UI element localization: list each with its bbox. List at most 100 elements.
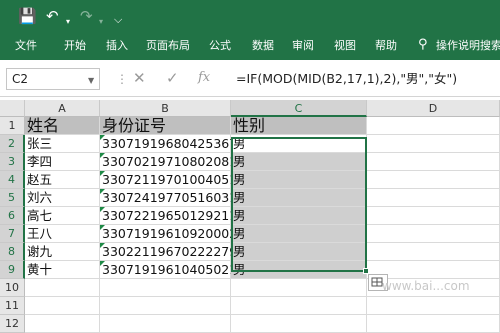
cell-d8[interactable] — [367, 243, 500, 261]
row-header-10[interactable]: 10 — [0, 279, 25, 297]
lightbulb-icon: ⚲ — [418, 37, 428, 52]
cell-c8[interactable]: 男 — [231, 243, 367, 261]
row-header-4[interactable]: 4 — [0, 171, 25, 189]
cell-d2[interactable] — [367, 135, 500, 153]
cell-d6[interactable] — [367, 207, 500, 225]
text-number-indicator — [100, 135, 105, 140]
customize-icon[interactable]: ⌵ — [114, 10, 122, 30]
row-header-1[interactable]: 1 — [0, 117, 25, 135]
cell-c7[interactable]: 男 — [231, 225, 367, 243]
ribbon-tabs: 文件 开始 插入 页面布局 公式 数据 审阅 视图 帮助 ⚲ 操作说明搜索 — [0, 32, 500, 60]
cell-b1[interactable]: 身份证号 — [100, 117, 231, 135]
cell-a12[interactable] — [25, 315, 100, 333]
cell-value: 330702197108020812 — [102, 154, 246, 169]
row-header-6[interactable]: 6 — [0, 207, 25, 225]
cell-a5[interactable]: 刘六 — [25, 189, 100, 207]
row-header-9[interactable]: 9 — [0, 261, 25, 279]
text-number-indicator — [100, 207, 105, 212]
cell-a6[interactable]: 高七 — [25, 207, 100, 225]
save-icon[interactable]: 💾 — [18, 6, 37, 26]
cell-value: 330721197010040515 — [102, 172, 246, 187]
tab-file[interactable]: 文件 — [15, 38, 37, 54]
text-number-indicator — [100, 261, 105, 266]
cell-d12[interactable] — [367, 315, 500, 333]
undo-dropdown-icon[interactable]: ▾ — [66, 12, 70, 32]
title-bar: 💾 ↶ ▾ ↷ ▾ ⌵ — [0, 0, 500, 32]
tab-view[interactable]: 视图 — [334, 38, 356, 54]
tab-home[interactable]: 开始 — [64, 38, 86, 54]
column-header-d[interactable]: D — [367, 100, 500, 117]
column-header-b[interactable]: B — [100, 100, 231, 117]
cell-d11[interactable] — [367, 297, 500, 315]
row-header-3[interactable]: 3 — [0, 153, 25, 171]
formula-input[interactable]: =IF(MOD(MID(B2,17,1),2),"男","女") — [236, 70, 457, 88]
cell-c10[interactable] — [231, 279, 367, 297]
formula-bar: C2 ▼ ⋮ ✕ ✓ fx =IF(MOD(MID(B2,17,1),2),"男… — [0, 60, 500, 97]
row-header-11[interactable]: 11 — [0, 297, 25, 315]
cell-b11[interactable] — [100, 297, 231, 315]
cell-c1[interactable]: 性别 — [231, 117, 367, 135]
name-box-dropdown-icon[interactable]: ▼ — [88, 76, 94, 85]
cell-d7[interactable] — [367, 225, 500, 243]
tab-insert[interactable]: 插入 — [106, 38, 128, 54]
text-number-indicator — [100, 225, 105, 230]
name-box[interactable]: C2 — [6, 68, 100, 90]
cell-a9[interactable]: 黄十 — [25, 261, 100, 279]
tab-data[interactable]: 数据 — [252, 38, 274, 54]
cell-c12[interactable] — [231, 315, 367, 333]
cell-c11[interactable] — [231, 297, 367, 315]
cell-d3[interactable] — [367, 153, 500, 171]
cell-b2[interactable]: 330719196804253671 — [100, 135, 245, 153]
cell-a10[interactable] — [25, 279, 100, 297]
row-header-5[interactable]: 5 — [0, 189, 25, 207]
cell-a1[interactable]: 姓名 — [25, 117, 100, 135]
cell-b12[interactable] — [100, 315, 231, 333]
cell-a4[interactable]: 赵五 — [25, 171, 100, 189]
redo-dropdown-icon[interactable]: ▾ — [99, 12, 103, 32]
cell-a11[interactable] — [25, 297, 100, 315]
row-header-7[interactable]: 7 — [0, 225, 25, 243]
cell-c2[interactable]: 男 — [231, 135, 367, 153]
text-number-indicator — [100, 189, 105, 194]
cell-b3[interactable]: 330702197108020812 — [100, 153, 245, 171]
cell-a7[interactable]: 王八 — [25, 225, 100, 243]
cell-c4[interactable]: 男 — [231, 171, 367, 189]
cell-c5[interactable]: 男 — [231, 189, 367, 207]
enter-icon[interactable]: ✓ — [166, 69, 179, 87]
cell-d1[interactable] — [367, 117, 500, 135]
undo-icon[interactable]: ↶ — [46, 6, 59, 26]
cell-b4[interactable]: 330721197010040515 — [100, 171, 245, 189]
insert-function-button[interactable]: fx — [198, 69, 210, 87]
tab-review[interactable]: 审阅 — [292, 38, 314, 54]
select-all-corner[interactable] — [0, 100, 25, 117]
row-header-8[interactable]: 8 — [0, 243, 25, 261]
cell-c9[interactable]: 男 — [231, 261, 367, 279]
cell-b6[interactable]: 330722196501292110 — [100, 207, 245, 225]
column-header-a[interactable]: A — [25, 100, 100, 117]
text-number-indicator — [100, 243, 105, 248]
tab-page-layout[interactable]: 页面布局 — [146, 38, 190, 54]
cell-a2[interactable]: 张三 — [25, 135, 100, 153]
cell-value: 330719196804253671 — [102, 136, 246, 151]
cell-b8[interactable]: 330221196702222791X — [100, 243, 254, 261]
tab-help[interactable]: 帮助 — [375, 38, 397, 54]
cell-value: 330719196104050216 — [102, 262, 246, 277]
cell-d5[interactable] — [367, 189, 500, 207]
cell-d4[interactable] — [367, 171, 500, 189]
tab-formulas[interactable]: 公式 — [209, 38, 231, 54]
column-header-c[interactable]: C — [231, 100, 367, 117]
cell-b9[interactable]: 330719196104050216 — [100, 261, 245, 279]
row-header-2[interactable]: 2 — [0, 135, 25, 153]
cell-b7[interactable]: 330719196109200021X — [100, 225, 254, 243]
row-header-12[interactable]: 12 — [0, 315, 25, 333]
cell-b5[interactable]: 330724197705160313X — [100, 189, 254, 207]
cell-a8[interactable]: 谢九 — [25, 243, 100, 261]
cell-c6[interactable]: 男 — [231, 207, 367, 225]
formula-bar-grip-icon: ⋮ — [116, 72, 128, 86]
redo-icon[interactable]: ↷ — [80, 6, 93, 26]
cell-b10[interactable] — [100, 279, 231, 297]
cell-c3[interactable]: 男 — [231, 153, 367, 171]
tell-me-search[interactable]: 操作说明搜索 — [436, 38, 500, 54]
cell-a3[interactable]: 李四 — [25, 153, 100, 171]
cancel-icon[interactable]: ✕ — [133, 69, 146, 87]
